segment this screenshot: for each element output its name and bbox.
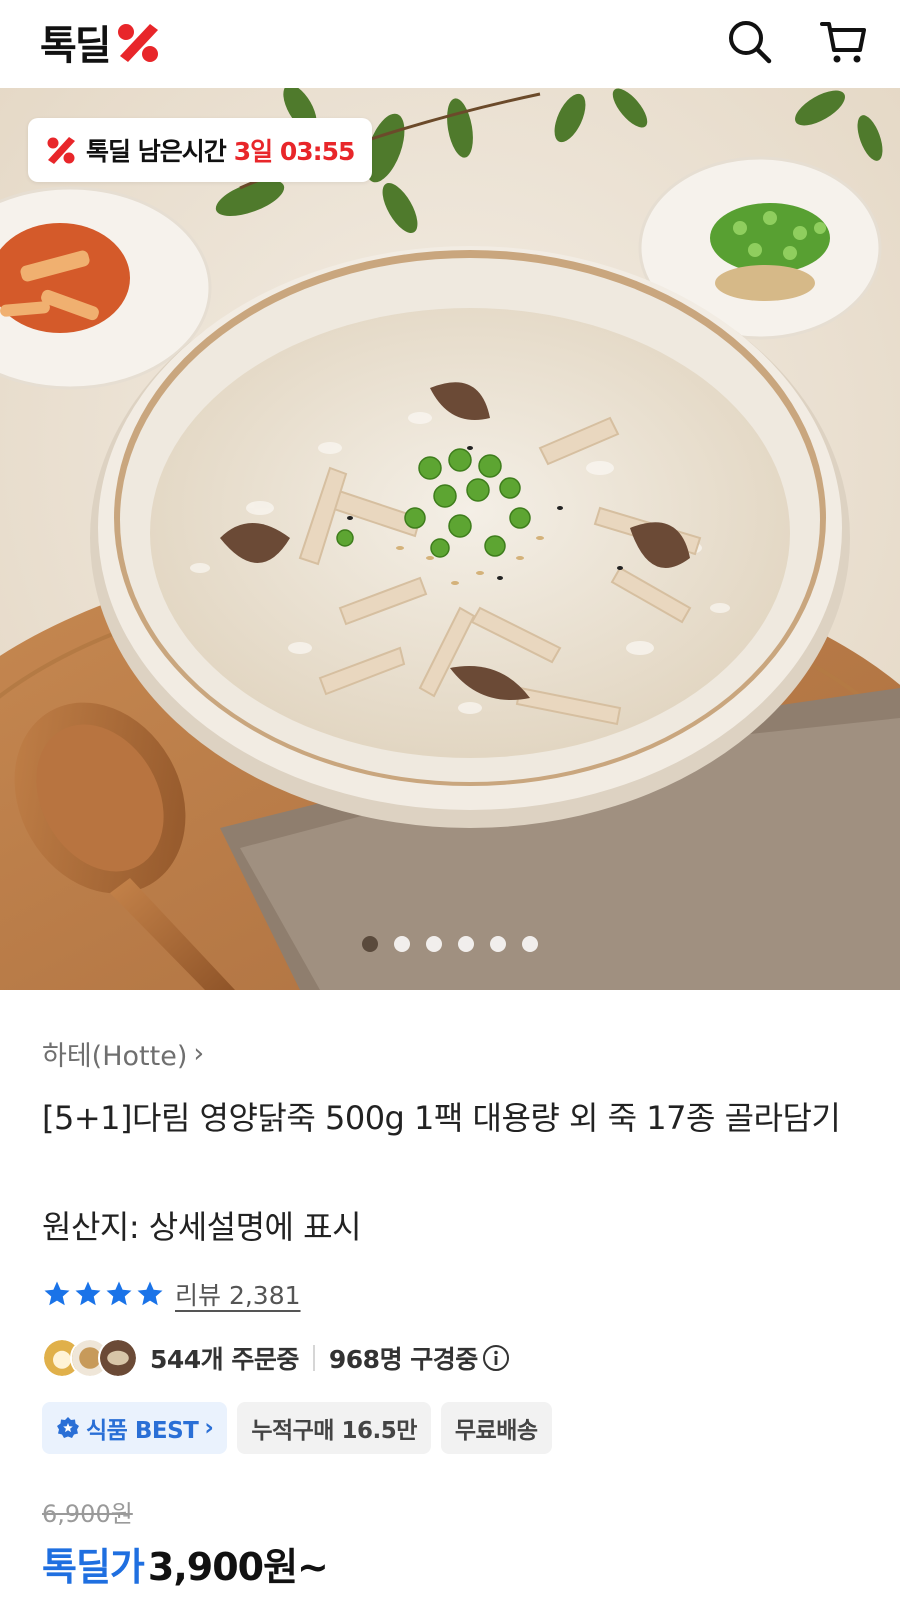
carousel-dot-1[interactable] [362,936,378,952]
viewers-count: 968명 구경중 [328,1345,478,1374]
deal-price-row: 톡딜가 3,900원~ [42,1536,329,1591]
buyer-avatars [42,1338,138,1378]
brand-name: 하테(Hotte) [42,1041,188,1072]
top-header: 톡딜 [0,0,900,88]
carousel-dot-6[interactable] [522,936,538,952]
review-count-link[interactable]: 리뷰 2,381 [175,1276,301,1312]
carousel-dot-2[interactable] [394,936,410,952]
product-origin: 원산지: 상세설명에 표시 [42,1208,362,1246]
star-icon [106,1281,132,1306]
divider [312,1345,315,1371]
carousel-pagination[interactable] [362,936,538,952]
logo-text: 톡딜 [40,23,112,69]
carousel-dot-4[interactable] [458,936,474,952]
info-icon[interactable] [482,1344,510,1372]
timer-label: 톡딜 남은시간 [86,137,227,166]
product-image-carousel[interactable]: 톡딜 남은시간 3일 03:55 [0,88,900,990]
rating-row: 리뷰 2,381 [42,1274,301,1314]
product-tags: 식품 BEST › 누적구매 16.5만 무료배송 [42,1402,552,1454]
original-price: 6,900원 [42,1500,133,1528]
product-title: [5+1]다림 영양닭죽 500g 1팩 대용량 외 죽 17종 골라담기 [42,1099,841,1137]
star-icon [44,1281,70,1306]
orders-count: 544개 주문중 [150,1345,299,1374]
badge-icon [57,1417,79,1438]
search-icon[interactable] [724,16,776,68]
star-rating [42,1279,165,1309]
brand-link[interactable]: 하테(Hotte) › [42,1034,204,1073]
cart-icon[interactable] [818,16,870,68]
avatar [98,1338,138,1378]
star-icon [75,1281,101,1306]
deal-price-value: 3,900원~ [147,1545,329,1589]
chevron-right-icon: › [204,1415,214,1441]
food-best-label: 식품 BEST [86,1418,199,1444]
chevron-right-icon: › [193,1038,205,1069]
product-photo [0,88,900,990]
carousel-dot-5[interactable] [490,936,506,952]
timer-countdown: 3일 03:55 [233,137,356,166]
deal-price-label: 톡딜가 [42,1545,145,1589]
percent-icon [47,137,75,164]
carousel-dot-3[interactable] [426,936,442,952]
deal-timer-badge: 톡딜 남은시간 3일 03:55 [28,118,373,182]
food-best-chip[interactable]: 식품 BEST › [42,1402,228,1454]
percent-logo-icon [117,24,158,62]
star-icon [137,1281,163,1306]
social-proof-row: 544개 주문중 968명 구경중 [42,1334,510,1382]
cumulative-purchase-chip: 누적구매 16.5만 [237,1402,431,1454]
free-shipping-chip: 무료배송 [440,1402,552,1454]
talkdeal-logo[interactable]: 톡딜 [40,14,162,70]
